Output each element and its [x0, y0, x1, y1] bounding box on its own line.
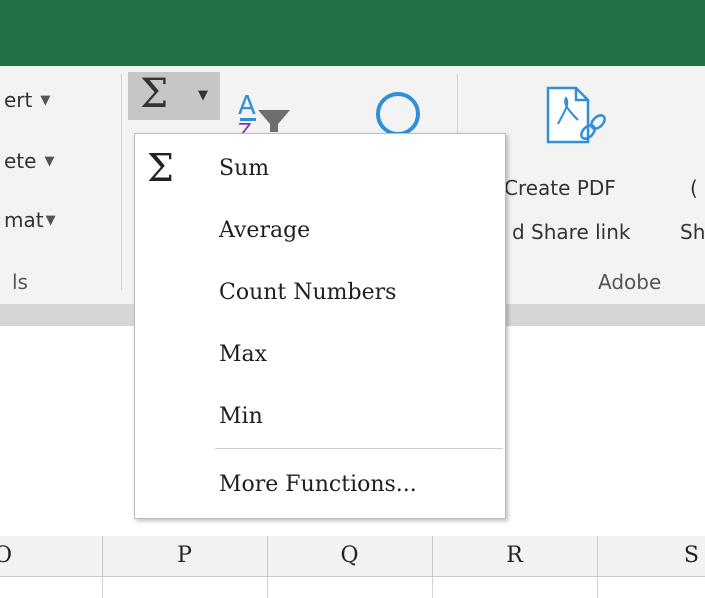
column-header-r[interactable]: R — [432, 536, 598, 576]
column-header-p[interactable]: P — [102, 536, 268, 576]
column-header-q[interactable]: Q — [267, 536, 433, 576]
create-pdf-label-line2[interactable]: d Share link — [512, 220, 631, 244]
svg-text:Z: Z — [238, 119, 252, 134]
menu-item-label: More Functions... — [219, 472, 417, 497]
chevron-down-icon[interactable]: ▼ — [198, 88, 208, 103]
menu-item-max[interactable]: Max — [135, 328, 505, 384]
menu-separator — [215, 448, 503, 449]
column-header-o[interactable]: O — [0, 536, 103, 576]
create-pdf-label-line1[interactable]: Create PDF — [504, 176, 616, 200]
column-header-s[interactable]: S — [597, 536, 705, 576]
grid-line — [102, 577, 103, 598]
sigma-icon: Σ — [147, 146, 174, 190]
menu-item-more-functions[interactable]: More Functions... — [135, 458, 505, 514]
menu-item-count-numbers[interactable]: Count Numbers — [135, 266, 505, 322]
grid-line — [597, 577, 598, 598]
format-label: mat — [4, 208, 44, 232]
group-separator — [121, 74, 122, 290]
delete-button[interactable]: ete ▼ — [4, 149, 54, 173]
menu-item-label: Max — [219, 342, 268, 367]
chevron-down-icon: ▼ — [40, 93, 51, 108]
adobe-pdf-link-icon[interactable] — [542, 84, 612, 154]
find-select-icon[interactable] — [368, 80, 428, 140]
menu-item-sum[interactable]: Σ Sum — [135, 142, 505, 198]
sigma-icon: Σ — [140, 71, 169, 117]
menu-item-label: Average — [219, 218, 311, 243]
insert-label: ert — [4, 88, 33, 112]
autosum-dropdown-menu: Σ Sum Average Count Numbers Max Min More… — [134, 133, 506, 519]
menu-item-label: Sum — [219, 156, 270, 181]
menu-item-label: Count Numbers — [219, 280, 397, 305]
svg-text:A: A — [238, 91, 256, 121]
cells-group-label: ls — [12, 270, 28, 294]
format-button[interactable]: mat ▼ — [4, 208, 56, 232]
adobe-group-label: Adobe — [598, 270, 662, 294]
grid-line — [267, 577, 268, 598]
grid-row[interactable] — [0, 577, 705, 598]
menu-item-min[interactable]: Min — [135, 390, 505, 446]
column-headers: O P Q R S — [0, 536, 705, 577]
grid-line — [432, 577, 433, 598]
chevron-down-icon: ▼ — [45, 213, 56, 228]
delete-label: ete — [4, 149, 37, 173]
share-label-fragment[interactable]: Sh — [680, 220, 705, 244]
share-fragment-top: ( — [690, 176, 698, 200]
title-bar — [0, 0, 705, 66]
menu-item-label: Min — [219, 404, 263, 429]
chevron-down-icon: ▼ — [44, 154, 55, 169]
sort-filter-icon[interactable]: A Z — [236, 88, 296, 143]
insert-button[interactable]: ert ▼ — [4, 88, 50, 112]
menu-item-average[interactable]: Average — [135, 204, 505, 260]
